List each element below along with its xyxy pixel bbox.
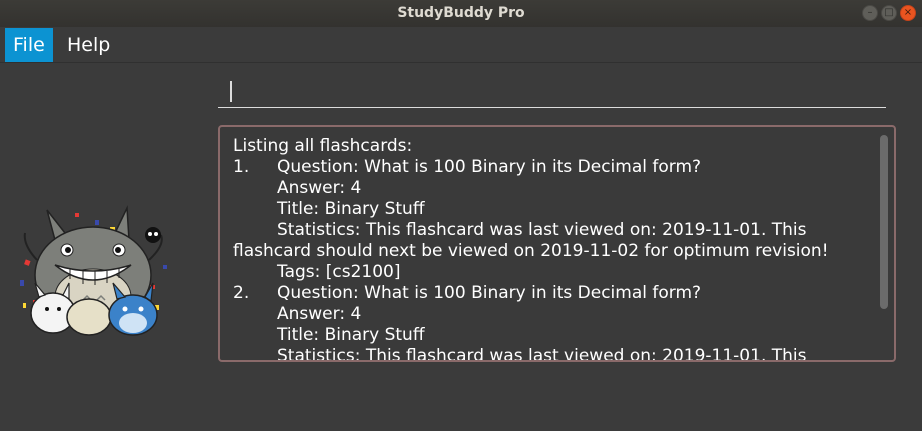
flashcard-answer: Answer: 4 [277,304,362,324]
flashcard-number: 2. [233,283,250,303]
question-text: Question: What is 100 Binary in its Deci… [277,283,702,303]
flashcard-title: Title: Binary Stuff [277,325,425,345]
result-text: Listing all flashcards: 1. Question: What… [233,136,873,362]
flashcard-question: 2. Question: What is 100 Binary in its De… [233,283,873,304]
question-text: Question: What is 100 Binary in its Deci… [277,157,702,177]
window-controls: – □ × [862,5,916,21]
app-window: StudyBuddy Pro – □ × File Help Listing a… [0,0,922,431]
menu-bar: File Help [0,27,922,63]
command-input[interactable] [218,78,886,106]
command-box [218,78,886,108]
close-button[interactable]: × [900,5,916,21]
text-caret [230,81,232,102]
result-display[interactable]: Listing all flashcards: 1. Question: What… [218,125,896,362]
flashcard-question: 1. Question: What is 100 Binary in its De… [233,157,873,178]
flashcard-answer: Answer: 4 [277,178,362,198]
vertical-scrollbar[interactable] [880,135,888,309]
title-bar: StudyBuddy Pro – □ × [0,0,922,27]
minimize-button[interactable]: – [862,5,878,21]
result-header: Listing all flashcards: [233,136,413,156]
flashcard-title: Title: Binary Stuff [277,199,425,219]
totoro-mascot-image [20,205,167,336]
flashcard-number: 1. [233,157,250,177]
menu-file[interactable]: File [5,28,53,62]
flashcard-statistics: Statistics: This flashcard was last view… [277,220,807,240]
flashcard-statistics: Statistics: This flashcard was last view… [277,346,807,362]
flashcard-statistics-cont: flashcard should next be viewed on 2019-… [233,241,829,261]
flashcard-tags: Tags: [cs2100] [277,262,401,282]
window-title: StudyBuddy Pro [397,5,525,21]
menu-help[interactable]: Help [59,28,118,62]
maximize-button[interactable]: □ [881,5,897,21]
